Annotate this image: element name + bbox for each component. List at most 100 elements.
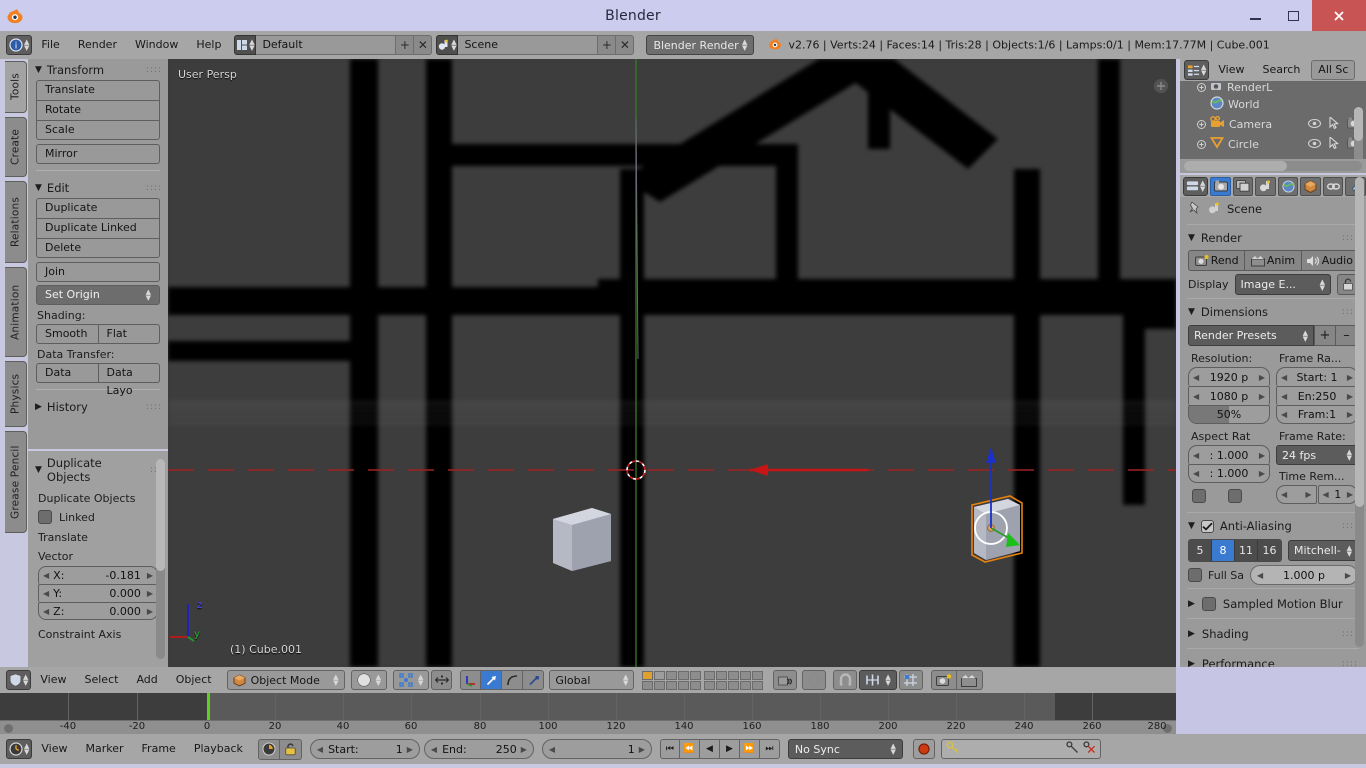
translate-button[interactable]: Translate xyxy=(36,80,160,100)
snap-element-selector[interactable]: ▲ ▼ xyxy=(859,670,897,690)
snap-magnet-button[interactable] xyxy=(833,670,858,690)
outliner-editor-type-selector[interactable]: ▲ ▼ xyxy=(1184,60,1210,80)
mirror-button[interactable]: Mirror xyxy=(36,144,160,164)
chevron-left-icon[interactable]: ◀ xyxy=(431,745,437,754)
translate-manipulator-button[interactable] xyxy=(481,670,503,690)
delete-screen-button[interactable]: ✕ xyxy=(414,35,433,55)
shade-smooth-button[interactable]: Smooth xyxy=(36,324,99,344)
viewport-editor-type-selector[interactable]: ▲ ▼ xyxy=(6,670,32,690)
chevron-right-icon[interactable]: ▶ xyxy=(1347,373,1353,382)
chevron-right-icon[interactable]: ▶ xyxy=(1259,392,1265,401)
timeline-editor-type-selector[interactable]: ▲ ▼ xyxy=(6,739,33,759)
timeline-scroll-handle-left[interactable] xyxy=(4,724,13,733)
viewport-menu-view[interactable]: View xyxy=(31,669,75,691)
sync-mode-selector[interactable]: No Sync ▲ ▼ xyxy=(787,739,903,759)
history-panel-header[interactable]: ▶ History :::: xyxy=(28,396,168,416)
dimensions-section-header[interactable]: ▼ Dimensions :::: xyxy=(1180,302,1366,322)
viewport-menu-object[interactable]: Object xyxy=(167,669,221,691)
chevron-right-icon[interactable]: ▶ xyxy=(1259,373,1265,382)
data-transfer-button[interactable]: Data xyxy=(36,363,99,383)
aa-sample-8[interactable]: 8 xyxy=(1212,540,1235,561)
aa-filter-size-field[interactable]: ◀ 1.000 p ▶ xyxy=(1250,565,1358,585)
chevron-right-icon[interactable]: ▶ xyxy=(407,745,413,754)
shade-flat-button[interactable]: Flat xyxy=(98,324,160,344)
cursor-arrow-icon[interactable] xyxy=(1329,115,1339,132)
eye-icon[interactable] xyxy=(1307,118,1322,131)
expand-toggle-icon[interactable] xyxy=(1184,139,1206,149)
aspect-x-field[interactable]: ◀ : 1.000 ▶ xyxy=(1188,445,1270,464)
tab-render-properties[interactable] xyxy=(1210,176,1231,196)
sampled-motion-blur-section[interactable]: ▶ Sampled Motion Blur xyxy=(1180,592,1366,615)
chevron-right-icon[interactable]: ▶ xyxy=(639,745,645,754)
pivot-align-button[interactable] xyxy=(431,670,453,690)
full-sample-checkbox[interactable] xyxy=(1188,568,1202,582)
performance-section[interactable]: ▶ Performance :::: xyxy=(1180,652,1366,668)
chevron-right-icon[interactable]: ▶ xyxy=(1259,451,1265,460)
toolshelf-tab-physics[interactable]: Physics xyxy=(5,361,27,427)
outliner-tree[interactable]: RenderL World Camera Circle xyxy=(1180,81,1366,159)
layer-grid-group-2[interactable] xyxy=(704,670,764,690)
render-image-button[interactable]: Rend xyxy=(1188,250,1246,271)
chevron-left-icon[interactable]: ◀ xyxy=(549,745,555,754)
outliner-row-renderlayer[interactable]: RenderL xyxy=(1180,81,1366,94)
aspect-y-field[interactable]: ◀ : 1.000 ▶ xyxy=(1188,464,1270,483)
frame-start-field[interactable]: ◀ Start: 1 ▶ xyxy=(309,739,420,759)
join-button[interactable]: Join xyxy=(36,262,160,282)
aa-filter-selector[interactable]: Mitchell- ▲ ▼ xyxy=(1288,540,1358,561)
time-remap-new-field[interactable]: ◀ 1 ▶ xyxy=(1317,485,1358,504)
render-presets-selector[interactable]: Render Presets ▲ ▼ xyxy=(1188,325,1314,346)
vector-z-field[interactable]: ◀ Z: 0.000 ▶ xyxy=(38,602,158,620)
timeline-menu-playback[interactable]: Playback xyxy=(185,738,252,760)
pin-icon[interactable] xyxy=(1188,200,1202,218)
viewport-menu-add[interactable]: Add xyxy=(127,669,166,691)
chevron-right-icon[interactable]: ▶ xyxy=(1347,410,1353,419)
close-button[interactable] xyxy=(1312,0,1366,31)
frame-end-field[interactable]: ◀ En:250 ▶ xyxy=(1276,386,1358,405)
edit-panel-header[interactable]: ▼ Edit :::: xyxy=(28,177,168,197)
menu-file[interactable]: File xyxy=(32,34,68,56)
rotate-button[interactable]: Rotate xyxy=(36,100,160,120)
toolshelf-tab-tools[interactable]: Tools xyxy=(5,61,27,113)
rotate-manipulator-button[interactable] xyxy=(502,670,524,690)
scene-name-field[interactable]: Scene xyxy=(458,35,599,55)
viewport-shading-selector[interactable]: ▲ ▼ xyxy=(350,670,387,690)
current-frame-field[interactable]: ◀ 1 ▶ xyxy=(541,739,652,759)
tab-scene-properties[interactable] xyxy=(1255,176,1276,196)
timeline-editor[interactable]: -40 -20 0 20 40 60 80 100 120 140 160 18… xyxy=(0,693,1176,734)
transform-orientation-selector[interactable]: Global ▲ ▼ xyxy=(549,670,635,690)
toolshelf-tab-relations[interactable]: Relations xyxy=(5,181,27,263)
outliner-menu-view[interactable]: View xyxy=(1209,59,1253,81)
chevron-right-icon[interactable]: ▶ xyxy=(1345,571,1351,580)
shading-section[interactable]: ▶ Shading :::: xyxy=(1180,622,1366,645)
vector-x-field[interactable]: ◀ X: -0.181 ▶ xyxy=(38,566,158,584)
motion-blur-checkbox[interactable] xyxy=(1201,596,1216,611)
lock-time-button[interactable] xyxy=(279,738,302,760)
use-frames-toggle-button[interactable] xyxy=(257,738,280,760)
tab-object-properties[interactable] xyxy=(1300,176,1321,196)
resolution-percentage-slider[interactable]: 50% xyxy=(1188,405,1270,424)
tab-world-properties[interactable] xyxy=(1277,176,1299,196)
chevron-left-icon[interactable]: ◀ xyxy=(1257,571,1263,580)
tab-constraints-properties[interactable] xyxy=(1322,176,1344,196)
frame-step-field[interactable]: ◀ Fram:1 ▶ xyxy=(1276,405,1358,424)
remove-keying-set-icon[interactable] xyxy=(1083,741,1096,757)
crop-checkbox[interactable] xyxy=(1228,489,1242,503)
outliner-display-mode[interactable]: All Sc xyxy=(1311,60,1356,80)
data-layout-transfer-button[interactable]: Data Layo xyxy=(98,363,160,397)
time-remap-old-field[interactable]: ◀ ▶ xyxy=(1276,485,1317,504)
antialiasing-checkbox[interactable] xyxy=(1200,519,1214,533)
properties-scrollbar[interactable] xyxy=(1355,177,1364,647)
render-section-header[interactable]: ▼ Render :::: xyxy=(1180,228,1366,248)
maximize-button[interactable] xyxy=(1274,0,1312,31)
chevron-left-icon[interactable]: ◀ xyxy=(1281,490,1287,499)
jump-to-end-button[interactable]: ⏭ xyxy=(759,739,780,759)
chevron-right-icon[interactable]: ▶ xyxy=(521,745,527,754)
outliner-menu-search[interactable]: Search xyxy=(1254,59,1310,81)
timeline-menu-marker[interactable]: Marker xyxy=(77,738,133,760)
operator-panel-header[interactable]: ▼ Duplicate Objects ::: xyxy=(28,451,168,488)
vector-y-field[interactable]: ◀ Y: 0.000 ▶ xyxy=(38,584,158,602)
toolshelf-tab-animation[interactable]: Animation xyxy=(5,267,27,357)
auto-keyframe-button[interactable] xyxy=(912,739,935,759)
outliner-row-circle[interactable]: Circle xyxy=(1180,134,1366,154)
chevron-left-icon[interactable]: ◀ xyxy=(43,607,49,616)
